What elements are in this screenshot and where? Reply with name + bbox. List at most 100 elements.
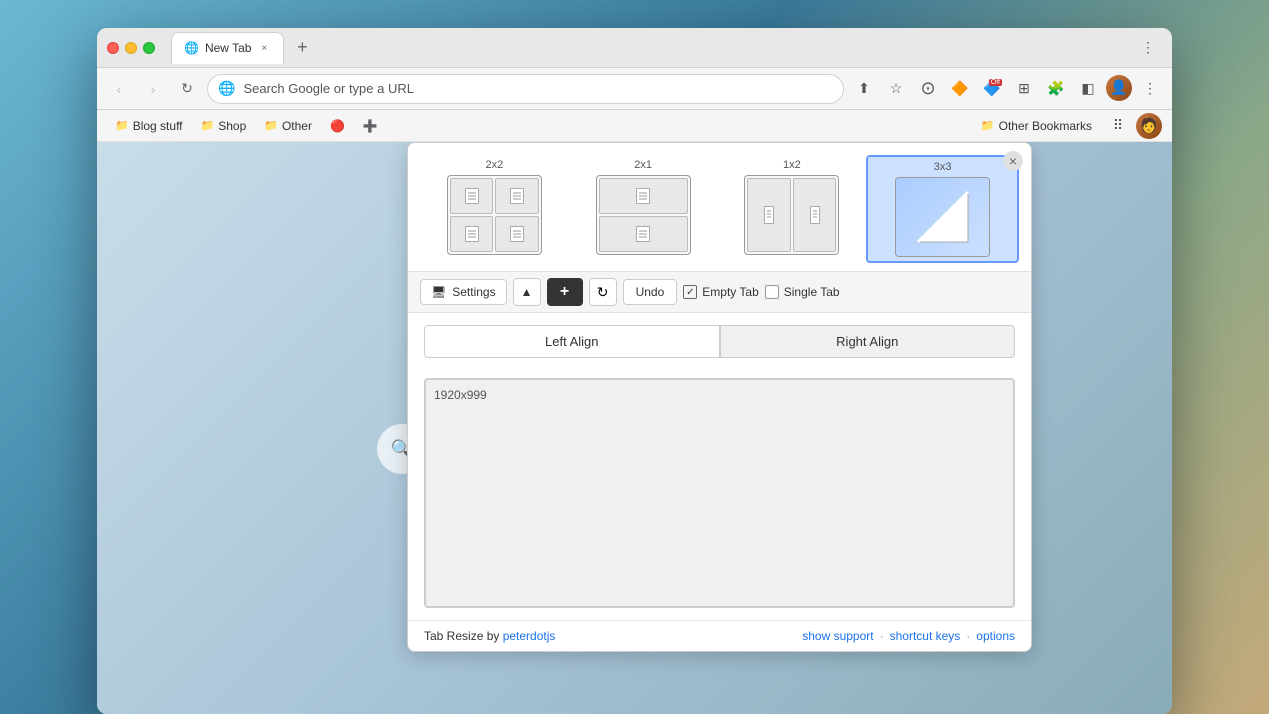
refresh-button[interactable]: ↻ [173,75,201,103]
settings-label: Settings [452,285,495,299]
left-align-button[interactable]: Left Align [424,325,720,358]
layout-label-2x2: 2x2 [486,159,504,171]
empty-tab-checkbox[interactable]: ✓ [683,285,697,299]
settings-row: 🖥 Settings ▲ + ↻ Undo ✓ Empty Tab Single… [408,271,1031,313]
traffic-lights [107,42,155,54]
close-window-button[interactable] [107,42,119,54]
title-bar: 🌐 New Tab × + ⋮ [97,28,1172,68]
bookmark-shop[interactable]: 📁 Shop [193,116,255,136]
layout-option-1x2[interactable]: 1x2 [718,155,867,263]
chrome-icon: 🌐 [218,80,235,97]
folder-icon: 📁 [981,119,995,132]
empty-tab-checkbox-item[interactable]: ✓ Empty Tab [683,285,758,299]
layout-thumbnail-2x1 [596,175,691,255]
minimize-window-button[interactable] [125,42,137,54]
separator-2: · [966,629,970,643]
align-row: Left Align Right Align [408,313,1031,370]
thumb-cell [747,178,791,252]
layout-thumbnail-3x3 [895,177,990,257]
thumb-cell [495,216,539,252]
tab-bar: 🌐 New Tab × + [171,32,1126,64]
single-tab-checkbox-item[interactable]: Single Tab [765,285,840,299]
layout-option-2x2[interactable]: 2x2 [420,155,569,263]
options-link[interactable]: options [976,629,1015,643]
tab-end-controls: ⋮ [1134,34,1162,62]
refresh-tabs-button[interactable]: ↻ [589,278,617,306]
layout-thumbnail-1x2 [744,175,839,255]
brand-link[interactable]: peterdotjs [503,629,556,643]
address-bar[interactable]: 🌐 Search Google or type a URL [207,74,844,104]
single-tab-checkbox[interactable] [765,285,779,299]
tab-strip-options-button[interactable]: ⋮ [1134,34,1162,62]
collapse-button[interactable]: ▲ [513,278,541,306]
browser-window: 🌐 New Tab × + ⋮ ‹ › ↻ 🌐 Search Google or… [97,28,1172,714]
folder-icon: 📁 [264,119,278,132]
thumb-cell [495,178,539,214]
undo-button[interactable]: Undo [623,279,678,305]
folder-icon: 📁 [115,119,129,132]
bookmark-other[interactable]: 📁 Other [256,116,320,136]
show-support-link[interactable]: show support [802,629,873,643]
tab-close-button[interactable]: × [257,41,271,55]
bookmark-label: Shop [218,119,246,133]
extension3-icon[interactable]: ⊞ [1010,75,1038,103]
popup-footer: Tab Resize by peterdotjs show support · … [408,620,1031,651]
user-avatar[interactable]: 🧑 [1136,113,1162,139]
bookmark-label: Blog stuff [133,119,183,133]
dots-icon: 🔴 [330,119,345,133]
bookmark-icon[interactable]: ☆ [882,75,910,103]
layout-option-3x3[interactable]: 3x3 [866,155,1019,263]
thumb-cell [793,178,837,252]
right-align-button[interactable]: Right Align [720,325,1016,358]
bookmarks-bar: 📁 Blog stuff 📁 Shop 📁 Other 🔴 ➕ 📁 Other [97,110,1172,142]
profile-icon[interactable]: 👤 [1106,75,1132,101]
maximize-window-button[interactable] [143,42,155,54]
separator-1: · [880,629,884,643]
preview-dimensions: 1920x999 [434,388,1005,402]
extension-popup: 2x2 2x1 [407,142,1032,652]
settings-button[interactable]: 🖥 Settings [420,279,507,305]
share-icon[interactable]: ⬆ [850,75,878,103]
extension1-icon[interactable]: 🔶 [946,75,974,103]
thumb-cell [599,216,688,252]
forward-button[interactable]: › [139,75,167,103]
layout-thumbnail-2x2 [447,175,542,255]
content-area: 🔍 2x2 [97,142,1172,714]
add-tab-button[interactable]: + [547,278,583,306]
ext-badge: Off [989,79,1002,86]
tab-favicon: 🌐 [184,41,199,55]
popup-close-button[interactable]: × [1003,151,1023,171]
preview-area: 1920x999 [408,370,1031,620]
bookmark-blog-stuff[interactable]: 📁 Blog stuff [107,116,191,136]
bookmark-label: Other Bookmarks [999,119,1092,133]
shortcut-keys-link[interactable]: shortcut keys [890,629,961,643]
empty-tab-label: Empty Tab [702,285,758,299]
active-tab[interactable]: 🌐 New Tab × [171,32,284,64]
apps-icon[interactable]: ⠿ [1104,112,1132,140]
extension2-icon[interactable]: Off 🔷 [978,75,1006,103]
layout-label-1x2: 1x2 [783,159,801,171]
bookmark-plus[interactable]: ➕ [355,116,386,136]
back-button[interactable]: ‹ [105,75,133,103]
tab-title: New Tab [205,41,251,55]
brand-text: Tab Resize by [424,629,503,643]
chrome-menu-button[interactable]: ⋮ [1136,75,1164,103]
monitor-icon: 🖥 [431,285,446,299]
extensions-icon[interactable]: 🧩 [1042,75,1070,103]
single-tab-label: Single Tab [784,285,840,299]
layout-options-row: 2x2 2x1 [408,143,1031,271]
bookmark-dots[interactable]: 🔴 [322,116,353,136]
preview-box: 1920x999 [424,378,1015,608]
new-tab-button[interactable]: + [288,34,316,62]
bookmark-other-bookmarks[interactable]: 📁 Other Bookmarks [973,116,1100,136]
bookmark-label: Other [282,119,312,133]
folder-icon: 📁 [201,119,215,132]
vpn-icon[interactable]: ⊙ [914,75,942,103]
expand-arrow-icon [913,187,973,247]
footer-brand: Tab Resize by peterdotjs [424,629,555,643]
sidebar-icon[interactable]: ◧ [1074,75,1102,103]
address-text: Search Google or type a URL [243,81,414,96]
layout-option-2x1[interactable]: 2x1 [569,155,718,263]
toolbar-icons: ⬆ ☆ ⊙ 🔶 Off 🔷 ⊞ 🧩 ◧ 👤 ⋮ [850,75,1164,103]
desktop: 🌐 New Tab × + ⋮ ‹ › ↻ 🌐 Search Google or… [0,0,1269,714]
